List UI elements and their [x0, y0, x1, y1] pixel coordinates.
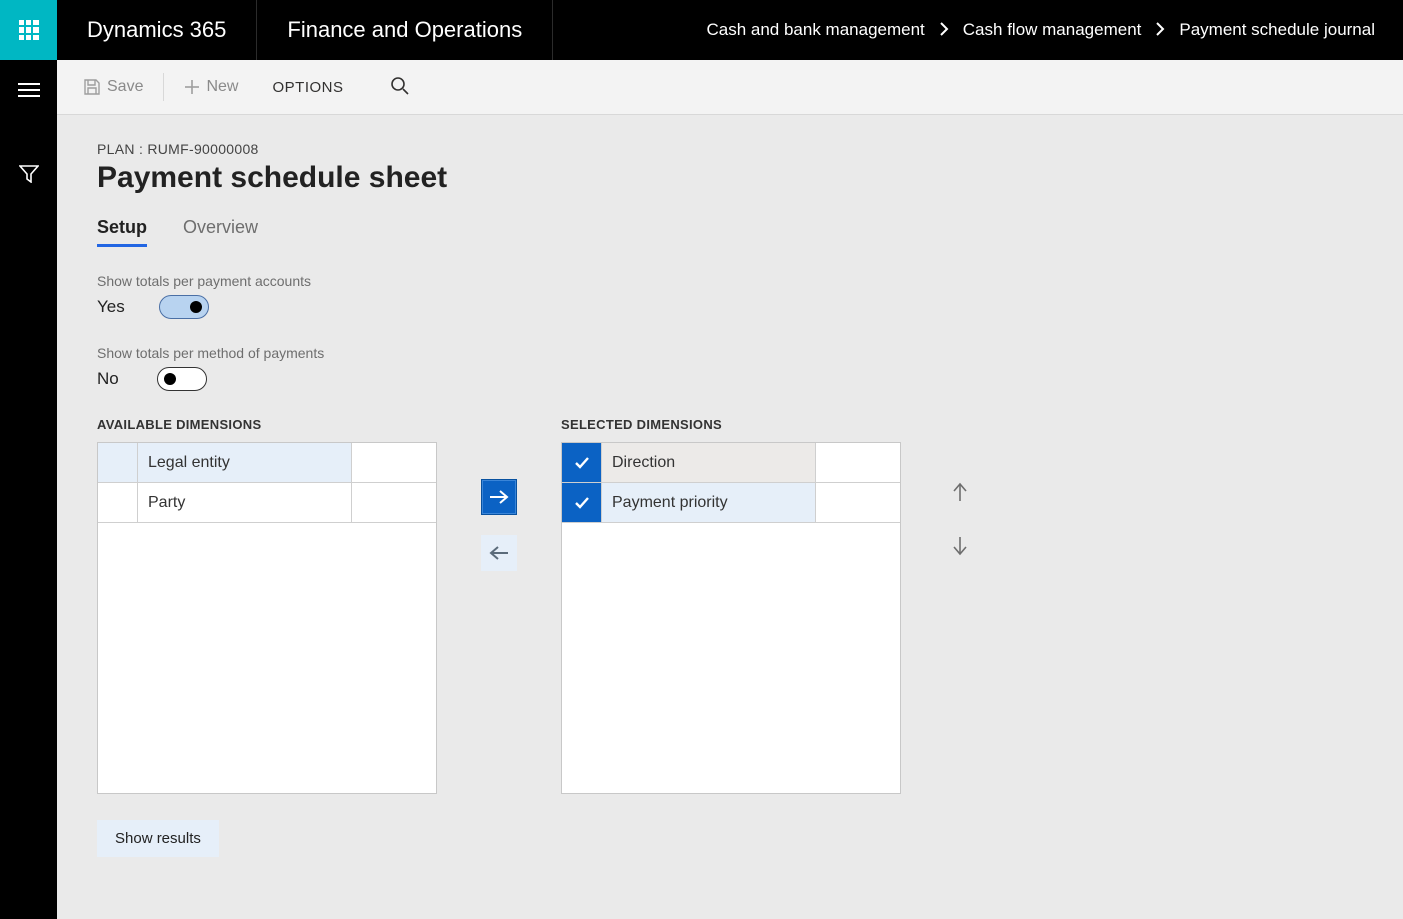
- chevron-right-icon: [1155, 22, 1165, 39]
- show-results-button[interactable]: Show results: [97, 820, 219, 857]
- app-launcher-button[interactable]: [0, 0, 57, 60]
- page-title: Payment schedule sheet: [97, 161, 1363, 195]
- search-icon: [390, 76, 410, 96]
- filter-icon: [19, 165, 39, 183]
- move-up-button[interactable]: [945, 477, 975, 507]
- field-totals-per-accounts: Show totals per payment accounts Yes: [97, 273, 1363, 319]
- toggle-value-text: Yes: [97, 297, 125, 317]
- available-dimensions-label: AVAILABLE DIMENSIONS: [97, 417, 437, 432]
- available-dimensions-list[interactable]: Legal entity Party: [97, 442, 437, 794]
- chevron-right-icon: [939, 22, 949, 39]
- move-buttons: [481, 417, 517, 571]
- top-bar: Dynamics 365 Finance and Operations Cash…: [0, 0, 1403, 60]
- field-label: Show totals per method of payments: [97, 345, 1363, 361]
- divider: [163, 73, 164, 101]
- check-icon: [574, 496, 590, 510]
- options-button[interactable]: OPTIONS: [258, 73, 357, 102]
- nav-menu-button[interactable]: [15, 76, 43, 104]
- row-checkbox-cell[interactable]: [98, 483, 138, 522]
- tab-overview[interactable]: Overview: [183, 217, 258, 247]
- move-right-button[interactable]: [481, 479, 517, 515]
- save-label: Save: [107, 78, 143, 96]
- row-checkbox-cell[interactable]: [98, 443, 138, 482]
- tabs: Setup Overview: [97, 217, 1363, 247]
- list-item-label: Payment priority: [602, 483, 816, 522]
- move-down-button[interactable]: [945, 531, 975, 561]
- row-checkbox-cell[interactable]: [562, 443, 602, 482]
- breadcrumb: Cash and bank management Cash flow manag…: [706, 0, 1403, 60]
- toggle-value-text: No: [97, 369, 123, 389]
- plan-identifier: PLAN : RUMF-90000008: [97, 141, 1363, 157]
- search-button[interactable]: [390, 76, 410, 99]
- list-item-label: Direction: [602, 443, 816, 482]
- new-button[interactable]: New: [176, 72, 246, 102]
- reorder-buttons: [945, 417, 975, 561]
- arrow-up-icon: [952, 482, 968, 502]
- toggle-totals-methods[interactable]: [157, 367, 207, 391]
- tab-setup[interactable]: Setup: [97, 217, 147, 247]
- new-label: New: [206, 78, 238, 96]
- list-item[interactable]: Payment priority: [562, 483, 900, 523]
- move-left-button[interactable]: [481, 535, 517, 571]
- dimension-selector: AVAILABLE DIMENSIONS Legal entity Party: [97, 417, 1363, 794]
- hamburger-icon: [18, 82, 40, 98]
- filter-button[interactable]: [15, 160, 43, 188]
- brand-label: Dynamics 365: [57, 0, 257, 60]
- breadcrumb-item[interactable]: Cash flow management: [963, 20, 1142, 40]
- list-item-label: Legal entity: [138, 443, 352, 482]
- left-rail: [0, 60, 57, 919]
- toggle-knob: [164, 373, 176, 385]
- selected-dimensions-label: SELECTED DIMENSIONS: [561, 417, 901, 432]
- toggle-totals-accounts[interactable]: [159, 295, 209, 319]
- arrow-right-icon: [489, 489, 509, 505]
- field-totals-per-methods: Show totals per method of payments No: [97, 345, 1363, 391]
- list-item[interactable]: Party: [98, 483, 436, 523]
- list-item[interactable]: Legal entity: [98, 443, 436, 483]
- selected-dimensions-column: SELECTED DIMENSIONS Direction: [561, 417, 901, 794]
- page-content: PLAN : RUMF-90000008 Payment schedule sh…: [57, 115, 1403, 919]
- plus-icon: [184, 79, 200, 95]
- field-label: Show totals per payment accounts: [97, 273, 1363, 289]
- row-checkbox-cell[interactable]: [562, 483, 602, 522]
- list-item-label: Party: [138, 483, 352, 522]
- waffle-icon: [19, 20, 39, 40]
- list-item[interactable]: Direction: [562, 443, 900, 483]
- module-label: Finance and Operations: [257, 0, 553, 60]
- arrow-down-icon: [952, 536, 968, 556]
- save-button[interactable]: Save: [75, 72, 151, 102]
- breadcrumb-item[interactable]: Cash and bank management: [706, 20, 924, 40]
- available-dimensions-column: AVAILABLE DIMENSIONS Legal entity Party: [97, 417, 437, 794]
- action-bar: Save New OPTIONS: [57, 60, 1403, 115]
- selected-dimensions-list[interactable]: Direction Payment priority: [561, 442, 901, 794]
- check-icon: [574, 456, 590, 470]
- toggle-knob: [190, 301, 202, 313]
- breadcrumb-item[interactable]: Payment schedule journal: [1179, 20, 1375, 40]
- arrow-left-icon: [489, 545, 509, 561]
- save-icon: [83, 78, 101, 96]
